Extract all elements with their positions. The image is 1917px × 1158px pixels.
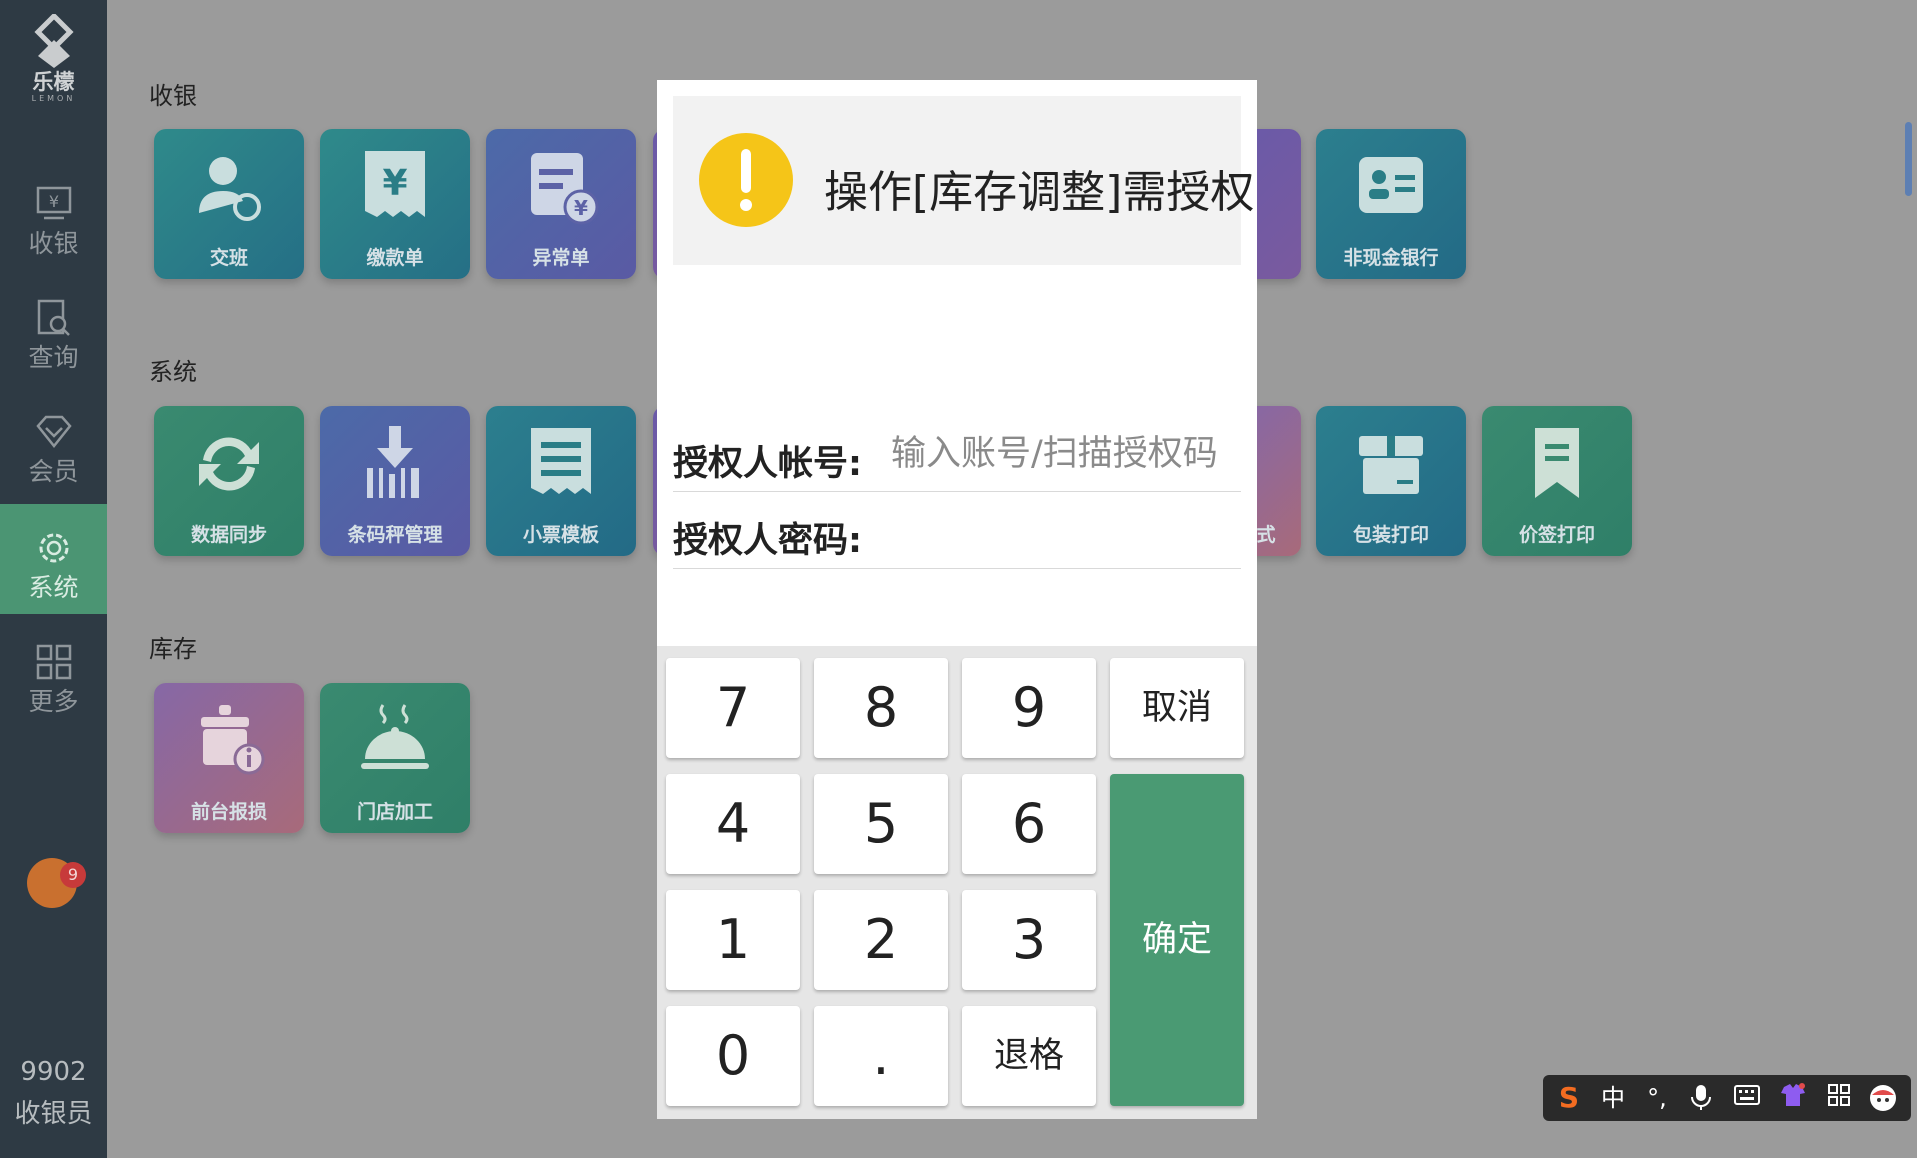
password-label: 授权人密码:	[673, 521, 862, 561]
tile-exception-order[interactable]: ¥ 异常单	[486, 129, 636, 279]
sidebar-item-member[interactable]: 会员	[0, 388, 107, 498]
tile-label: 条码秤管理	[347, 524, 443, 546]
notification-badge: 9	[60, 862, 86, 888]
key-dot[interactable]: .	[814, 1006, 948, 1106]
tile-label: 价签打印	[1518, 524, 1595, 546]
bookmark-icon	[1535, 428, 1579, 498]
app-logo: 乐檬 LEMON	[0, 14, 107, 103]
key-9[interactable]: 9	[962, 658, 1096, 758]
key-8[interactable]: 8	[814, 658, 948, 758]
alert-message: 操作[库存调整]需授权	[824, 167, 1255, 218]
receipt-list-icon	[531, 428, 591, 494]
sidebar-item-more[interactable]: 更多	[0, 618, 107, 728]
cashier-icon: ¥	[36, 186, 71, 220]
barcode-download-icon	[367, 426, 419, 498]
key-1[interactable]: 1	[666, 890, 800, 990]
password-field: 授权人密码:	[673, 494, 1241, 569]
avatar-icon[interactable]	[1865, 1083, 1901, 1120]
food-cloche-icon	[361, 704, 429, 769]
ime-punct-toggle[interactable]: °,	[1639, 1083, 1675, 1113]
key-3[interactable]: 3	[962, 890, 1096, 990]
key-5[interactable]: 5	[814, 774, 948, 874]
box-icon	[1359, 436, 1423, 494]
tile-store-processing[interactable]: 门店加工	[320, 683, 470, 833]
tile-shift-handover[interactable]: 交班	[154, 129, 304, 279]
cancel-button[interactable]: 取消	[1110, 658, 1244, 758]
sidebar-item-cashier[interactable]: ¥ 收银	[0, 160, 107, 270]
user-role: 收银员	[14, 1099, 93, 1129]
warning-icon	[699, 133, 793, 227]
diamond-icon	[35, 415, 72, 449]
ime-logo-icon[interactable]: S	[1551, 1083, 1587, 1113]
sidebar-item-label: 会员	[28, 457, 79, 486]
key-2[interactable]: 2	[814, 890, 948, 990]
tile-price-tag-print[interactable]: 价签打印	[1482, 406, 1632, 556]
authorization-dialog: 操作[库存调整]需授权 授权人帐号: 授权人密码: 7 8 9 取消 4 5 6…	[657, 80, 1257, 1119]
tile-label: 缴款单	[366, 247, 424, 269]
account-field: 授权人帐号:	[673, 417, 1241, 492]
key-0[interactable]: 0	[666, 1006, 800, 1106]
sidebar-item-label: 收银	[28, 229, 79, 258]
key-4[interactable]: 4	[666, 774, 800, 874]
tile-label: 交班	[209, 247, 248, 269]
tile-label: 数据同步	[190, 524, 267, 546]
search-doc-icon	[37, 299, 70, 336]
tile-label: 包装打印	[1352, 524, 1429, 546]
tile-label: 前台报损	[190, 801, 267, 823]
sidebar-item-label: 查询	[28, 343, 79, 372]
tile-package-print[interactable]: 包装打印	[1316, 406, 1466, 556]
gear-icon	[39, 533, 68, 563]
lemon-logo-icon	[33, 14, 74, 68]
ime-mode-toggle[interactable]: 中	[1595, 1083, 1631, 1113]
clipboard-yen-icon: ¥	[531, 153, 599, 225]
key-7[interactable]: 7	[666, 658, 800, 758]
logo-sub: LEMON	[31, 94, 76, 103]
account-input[interactable]	[891, 429, 1241, 479]
mic-icon[interactable]	[1683, 1083, 1719, 1118]
svg-text:¥: ¥	[48, 192, 58, 211]
numeric-keypad: 7 8 9 取消 4 5 6 1 2 3 0 . 退格 确定	[657, 646, 1257, 1119]
sidebar-item-query[interactable]: 查询	[0, 274, 107, 384]
tile-payment-slip[interactable]: ¥ 缴款单	[320, 129, 470, 279]
section-title-cashier: 收银	[149, 82, 197, 110]
ime-toolbar: S 中 °,	[1543, 1075, 1911, 1121]
shirt-icon[interactable]	[1775, 1083, 1811, 1114]
tile-label: 小票模板	[522, 524, 599, 546]
sidebar-item-label: 系统	[28, 573, 79, 602]
tile-label: 异常单	[532, 247, 590, 269]
tile-label: 非现金银行	[1343, 247, 1439, 269]
receipt-yen-icon: ¥	[365, 151, 425, 217]
backspace-button[interactable]: 退格	[962, 1006, 1096, 1106]
sync-icon	[199, 437, 259, 491]
apps-icon[interactable]	[1821, 1083, 1857, 1113]
tile-front-loss[interactable]: 前台报损	[154, 683, 304, 833]
tile-label: 门店加工	[356, 801, 433, 823]
confirm-button[interactable]: 确定	[1110, 774, 1244, 1106]
id-card-icon	[1359, 157, 1423, 213]
sidebar: 乐檬 LEMON ¥ 收银 查询 会员 系统 更多 9 9902 收银员	[0, 0, 107, 1158]
account-label: 授权人帐号:	[673, 444, 862, 484]
key-6[interactable]: 6	[962, 774, 1096, 874]
section-title-inventory: 库存	[149, 635, 197, 663]
tile-barcode-scale[interactable]: 条码秤管理	[320, 406, 470, 556]
scrollbar-thumb[interactable]	[1905, 122, 1912, 196]
tile-data-sync[interactable]: 数据同步	[154, 406, 304, 556]
password-input[interactable]	[891, 506, 1241, 556]
tile-noncash-bank[interactable]: 非现金银行	[1316, 129, 1466, 279]
alert-banner: 操作[库存调整]需授权	[673, 96, 1254, 265]
grid-icon	[36, 644, 71, 680]
keyboard-icon[interactable]	[1729, 1083, 1765, 1113]
pot-info-icon	[201, 705, 265, 775]
tile-receipt-template[interactable]: 小票模板	[486, 406, 636, 556]
sidebar-item-label: 更多	[28, 687, 79, 716]
section-title-system: 系统	[149, 358, 197, 386]
logo-name: 乐檬	[32, 70, 75, 94]
user-swap-icon	[199, 157, 261, 221]
svg-text:¥: ¥	[574, 196, 588, 220]
sidebar-item-system[interactable]: 系统	[0, 504, 107, 614]
svg-text:¥: ¥	[382, 163, 407, 204]
user-id: 9902	[20, 1057, 87, 1087]
